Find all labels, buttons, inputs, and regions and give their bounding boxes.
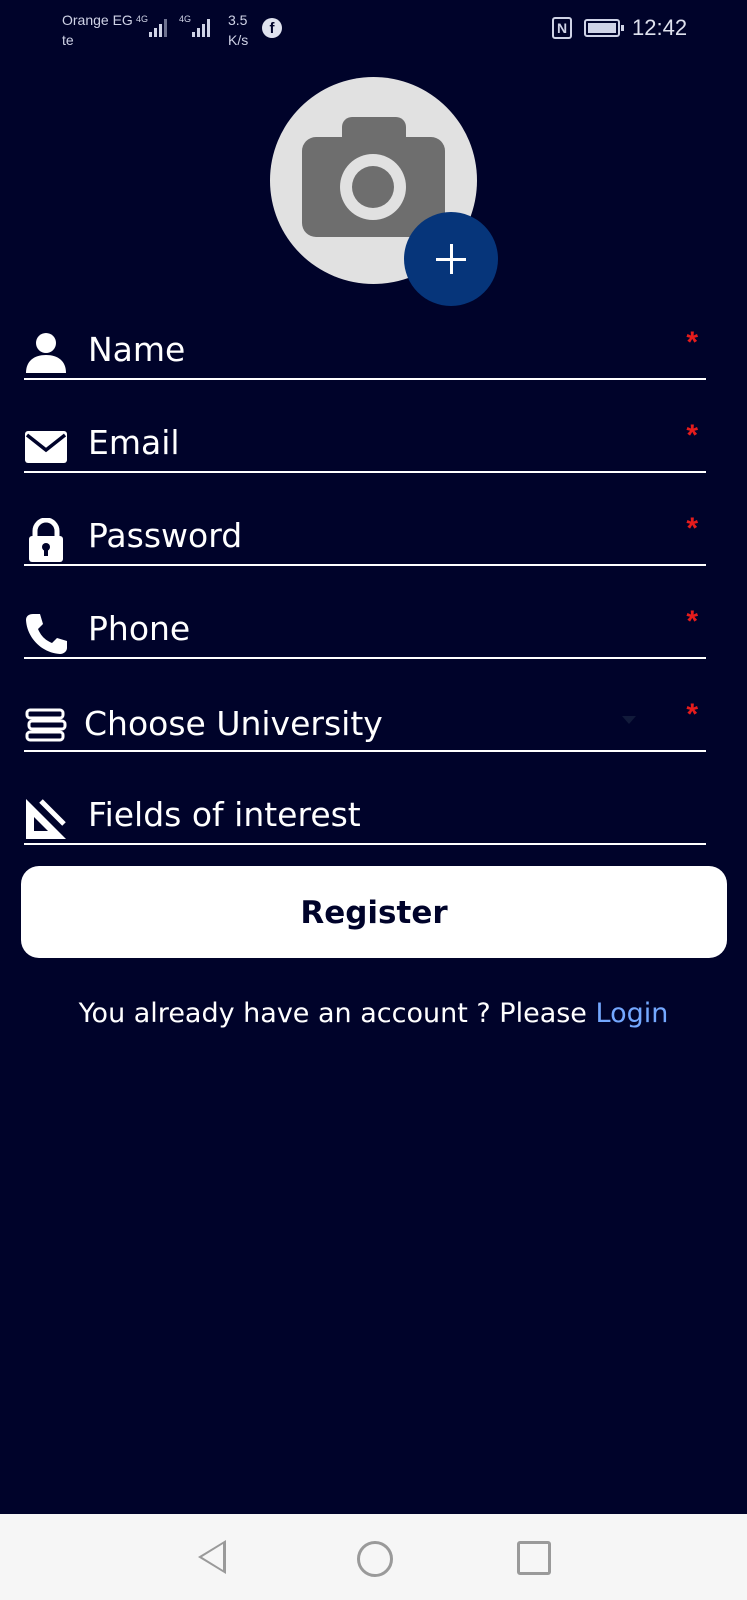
university-dropdown[interactable]: Choose University * bbox=[24, 690, 706, 752]
person-icon bbox=[26, 333, 66, 373]
network-type-1: 4G bbox=[136, 14, 149, 24]
battery-icon bbox=[584, 19, 624, 37]
carrier-name: Orange EG te bbox=[62, 12, 133, 48]
phone-icon bbox=[26, 614, 67, 654]
login-prompt-text: You already have an account ? Please bbox=[78, 998, 587, 1029]
login-link[interactable]: Login bbox=[596, 998, 669, 1029]
required-asterisk: * bbox=[686, 419, 698, 452]
password-field[interactable]: Password * bbox=[24, 504, 706, 566]
name-label: Name bbox=[88, 330, 186, 369]
back-icon[interactable] bbox=[198, 1540, 226, 1574]
required-asterisk: * bbox=[686, 326, 698, 359]
email-label: Email bbox=[88, 423, 180, 462]
name-field[interactable]: Name * bbox=[24, 318, 706, 380]
books-icon bbox=[25, 708, 67, 742]
network-type-2: 4G bbox=[179, 14, 192, 24]
home-icon[interactable] bbox=[357, 1541, 393, 1577]
phone-label: Phone bbox=[88, 609, 191, 648]
add-photo-button[interactable] bbox=[404, 212, 498, 306]
network-speed: 3.5 K/s bbox=[228, 12, 249, 48]
email-field[interactable]: Email * bbox=[24, 411, 706, 473]
required-asterisk: * bbox=[686, 698, 698, 731]
system-nav-bar bbox=[0, 1514, 747, 1600]
recent-apps-icon[interactable] bbox=[517, 1541, 551, 1575]
clock: 12:42 bbox=[632, 15, 688, 40]
fields-of-interest-field[interactable]: Fields of interest bbox=[24, 783, 706, 845]
required-asterisk: * bbox=[686, 605, 698, 638]
envelope-icon bbox=[25, 431, 67, 463]
register-button[interactable]: Register bbox=[21, 866, 727, 958]
signal-icon bbox=[149, 19, 167, 37]
status-bar: Orange EG te 4G 4G 3.5 K/s f N 12:42 bbox=[0, 0, 747, 56]
nfc-icon: N bbox=[552, 17, 572, 39]
password-label: Password bbox=[88, 516, 243, 555]
fields-of-interest-label: Fields of interest bbox=[88, 795, 361, 834]
set-square-icon bbox=[26, 799, 66, 839]
lock-icon bbox=[29, 518, 63, 562]
university-label: Choose University bbox=[84, 704, 383, 743]
login-prompt: You already have an account ? Please Log… bbox=[0, 998, 747, 1029]
facebook-icon: f bbox=[262, 18, 282, 38]
chevron-down-icon bbox=[622, 716, 636, 724]
phone-field[interactable]: Phone * bbox=[24, 597, 706, 659]
signal-icon-2 bbox=[192, 19, 210, 37]
required-asterisk: * bbox=[686, 512, 698, 545]
